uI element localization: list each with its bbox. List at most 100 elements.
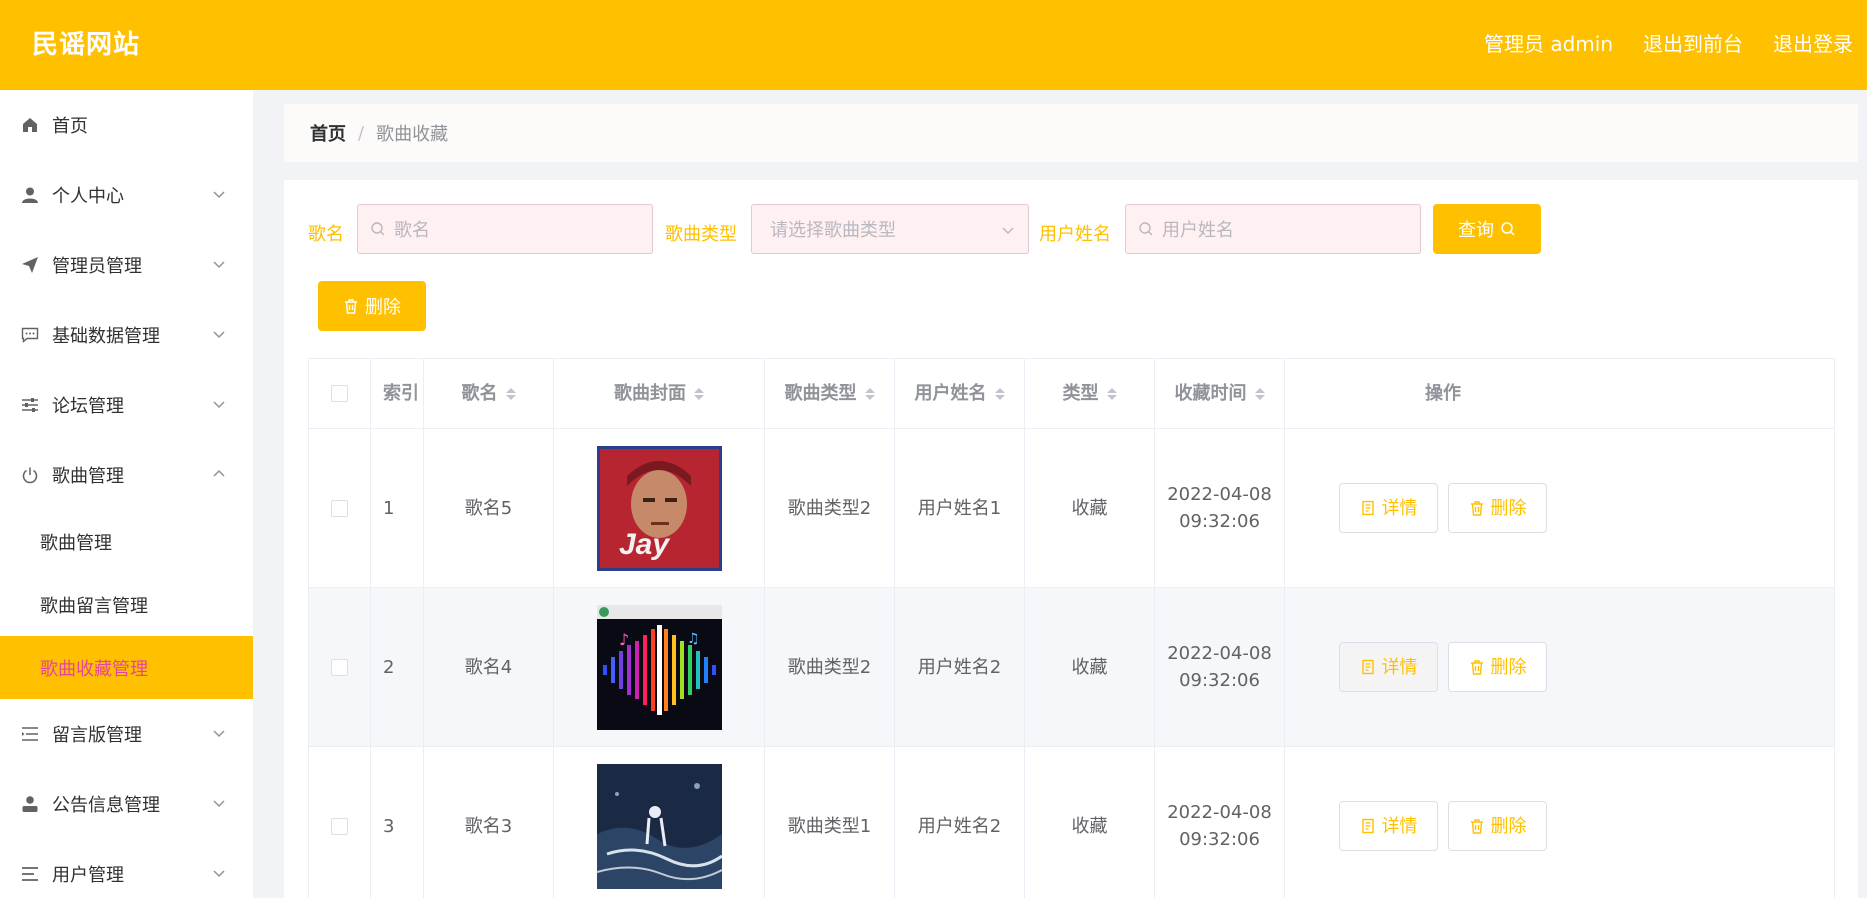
sidebar-item-label: 管理员管理 — [52, 256, 142, 277]
header-song-name[interactable]: 歌名 — [424, 359, 554, 428]
trash-icon — [1470, 501, 1483, 516]
sidebar-item-personal-center[interactable]: 个人中心 — [0, 160, 253, 230]
row-favorite-time: 2022-04-08 09:32:06 — [1155, 429, 1285, 587]
home-icon — [20, 115, 40, 135]
delete-button[interactable]: 删除 — [1448, 801, 1547, 851]
select-all-checkbox[interactable] — [331, 385, 348, 402]
album-cover-image: Jay — [596, 445, 722, 571]
song-name-label: 歌名 — [308, 224, 344, 245]
song-name-input[interactable]: 歌名 — [357, 204, 653, 254]
list-icon — [20, 724, 40, 744]
delete-button-label: 删除 — [1490, 497, 1527, 519]
header-kind[interactable]: 类型 — [1025, 359, 1155, 428]
header-label: 收藏时间 — [1174, 383, 1247, 404]
sliders-icon — [20, 395, 40, 415]
document-icon — [1361, 500, 1374, 516]
chevron-down-icon — [213, 870, 225, 878]
user-name-placeholder: 用户姓名 — [1162, 220, 1234, 241]
header-label: 歌曲类型 — [784, 383, 857, 404]
sort-icon[interactable] — [505, 387, 516, 400]
detail-button[interactable]: 详情 — [1339, 483, 1438, 533]
sort-icon[interactable] — [994, 387, 1005, 400]
sidebar-subitem-song-comments[interactable]: 歌曲留言管理 — [0, 573, 253, 636]
sort-icon[interactable] — [694, 387, 704, 400]
logout-link[interactable]: 退出登录 — [1773, 28, 1853, 57]
person-icon — [20, 794, 40, 814]
row-song-type: 歌曲类型2 — [765, 429, 895, 587]
row-checkbox-cell — [309, 588, 371, 746]
detail-button[interactable]: 详情 — [1339, 801, 1438, 851]
user-name-label: 用户姓名 — [1039, 224, 1111, 245]
delete-button-label: 删除 — [1490, 656, 1527, 678]
chat-icon — [20, 325, 40, 345]
row-operations: 详情 删除 — [1285, 588, 1601, 746]
header-song-type[interactable]: 歌曲类型 — [765, 359, 895, 428]
document-icon — [1361, 659, 1374, 675]
admin-user-link[interactable]: 管理员 admin — [1484, 28, 1613, 57]
row-index: 1 — [371, 429, 424, 587]
chevron-down-icon — [213, 730, 225, 738]
trash-icon — [1470, 660, 1483, 675]
header-index: 索引 — [371, 359, 424, 428]
row-song-name: 歌名4 — [424, 588, 554, 746]
sidebar-subitem-song-favorites[interactable]: 歌曲收藏管理 — [0, 636, 253, 699]
delete-button-label: 删除 — [1490, 815, 1527, 837]
exit-to-frontend-link[interactable]: 退出到前台 — [1643, 28, 1743, 57]
sidebar-item-home[interactable]: 首页 — [0, 90, 253, 160]
row-checkbox-cell — [309, 429, 371, 587]
song-type-placeholder: 请选择歌曲类型 — [770, 220, 896, 241]
delete-button[interactable]: 删除 — [1448, 642, 1547, 692]
main-panel: 歌名 歌名 歌曲类型 请选择歌曲类型 用户姓名 用户姓名 查询 删除 索引 歌名… — [284, 180, 1858, 898]
sidebar-item-admin-management[interactable]: 管理员管理 — [0, 230, 253, 300]
sidebar-item-label: 歌曲管理 — [52, 466, 124, 487]
header-user-name[interactable]: 用户姓名 — [895, 359, 1025, 428]
delete-button[interactable]: 删除 — [1448, 483, 1547, 533]
sidebar-subitem-song-management[interactable]: 歌曲管理 — [0, 510, 253, 573]
svg-text:♫: ♫ — [687, 631, 700, 647]
row-cover-cell: Jay — [554, 429, 765, 587]
sidebar-item-announcements[interactable]: 公告信息管理 — [0, 769, 253, 839]
user-name-input[interactable]: 用户姓名 — [1125, 204, 1421, 254]
song-name-placeholder: 歌名 — [394, 220, 430, 241]
chevron-down-icon — [213, 401, 225, 409]
breadcrumb-home[interactable]: 首页 — [310, 120, 346, 146]
row-kind: 收藏 — [1025, 747, 1155, 898]
row-operations: 详情 删除 — [1285, 429, 1601, 587]
sidebar: 首页 个人中心 管理员管理 基础数据管理 论坛管理 歌曲管理 歌曲管理 歌曲留言… — [0, 90, 253, 898]
sidebar-item-forum[interactable]: 论坛管理 — [0, 370, 253, 440]
sidebar-item-user-management[interactable]: 用户管理 — [0, 839, 253, 898]
header-label: 歌曲封面 — [614, 383, 686, 404]
sidebar-item-basic-data[interactable]: 基础数据管理 — [0, 300, 253, 370]
search-icon — [371, 222, 385, 236]
row-kind: 收藏 — [1025, 429, 1155, 587]
row-cover-cell — [554, 747, 765, 898]
row-checkbox[interactable] — [331, 658, 348, 676]
breadcrumb-current: 歌曲收藏 — [376, 124, 449, 145]
sort-icon[interactable] — [1106, 387, 1117, 400]
row-checkbox[interactable] — [331, 817, 348, 835]
header-label: 用户姓名 — [914, 383, 987, 404]
user-icon — [20, 185, 40, 205]
top-header: 民谣网站 管理员 admin 退出到前台 退出登录 — [0, 0, 1867, 90]
row-cover-cell: ♪ ♫ — [554, 588, 765, 746]
detail-button[interactable]: 详情 — [1339, 642, 1438, 692]
chevron-up-icon — [213, 469, 225, 477]
trash-icon — [1470, 819, 1483, 834]
sort-icon[interactable] — [864, 387, 875, 400]
trash-icon — [345, 299, 357, 314]
sort-icon[interactable] — [1254, 387, 1265, 400]
header-favorite-time[interactable]: 收藏时间 — [1155, 359, 1285, 428]
song-type-select[interactable]: 请选择歌曲类型 — [751, 204, 1029, 254]
row-checkbox[interactable] — [331, 499, 348, 517]
detail-button-label: 详情 — [1381, 497, 1418, 519]
sidebar-item-message-board[interactable]: 留言版管理 — [0, 699, 253, 769]
row-checkbox-cell — [309, 747, 371, 898]
query-button[interactable]: 查询 — [1433, 204, 1541, 254]
sidebar-item-song-management[interactable]: 歌曲管理 — [0, 440, 253, 510]
table-header-row: 索引 歌名 歌曲封面 歌曲类型 用户姓名 类型 收藏时间 操作 — [309, 359, 1834, 429]
row-song-type: 歌曲类型2 — [765, 588, 895, 746]
batch-delete-button[interactable]: 删除 — [318, 281, 426, 331]
detail-button-label: 详情 — [1381, 815, 1418, 837]
header-cover[interactable]: 歌曲封面 — [554, 359, 765, 428]
table-row: 3 歌名3 歌曲类型1 用户姓名2 收藏 2022-04-08 09:32:06 — [309, 747, 1834, 898]
